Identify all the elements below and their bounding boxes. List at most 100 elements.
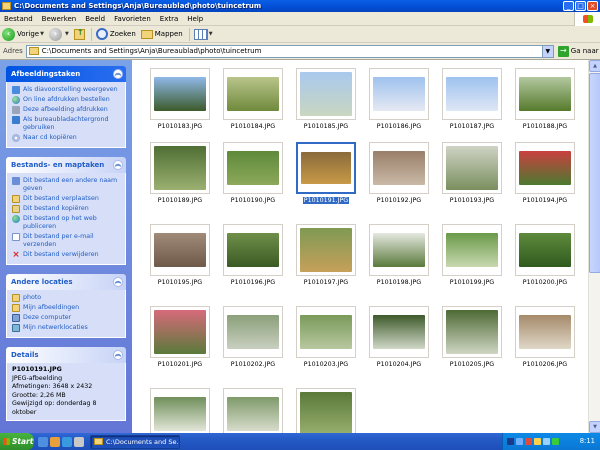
file-task-item[interactable]: Dit bestand kopiëren <box>12 205 121 213</box>
file-name[interactable]: P1010183.JPG <box>146 123 214 130</box>
file-thumbnail[interactable] <box>296 68 356 120</box>
file-tasks-header[interactable]: Bestands- en maptaken ︽ <box>6 157 126 173</box>
scroll-up-button[interactable]: ▲ <box>589 60 600 72</box>
file-name[interactable]: P1010196.JPG <box>219 279 287 286</box>
file-task-item[interactable]: Dit bestand per e-mail verzenden <box>12 233 121 249</box>
file-name[interactable]: P1010202.JPG <box>219 361 287 368</box>
app-icon[interactable] <box>74 436 84 447</box>
file-name[interactable]: P1010201.JPG <box>146 361 214 368</box>
chevron-up-icon[interactable]: ︽ <box>113 69 123 79</box>
network-icon[interactable] <box>534 438 541 445</box>
file-thumbnail[interactable] <box>296 224 356 276</box>
media-player-icon[interactable] <box>50 436 60 447</box>
file-thumbnail[interactable] <box>150 142 210 194</box>
file-name[interactable]: P1010189.JPG <box>146 197 214 204</box>
image-task-item[interactable]: On line afdrukken bestellen <box>12 96 121 104</box>
scroll-thumb[interactable] <box>589 73 600 273</box>
volume-icon[interactable] <box>543 438 550 445</box>
file-thumbnail[interactable] <box>150 388 210 433</box>
chevron-up-icon[interactable]: ︽ <box>113 160 123 170</box>
file-name[interactable]: P1010192.JPG <box>365 197 433 204</box>
other-places-header[interactable]: Andere locaties ︽ <box>6 274 126 290</box>
file-thumbnail[interactable] <box>223 224 283 276</box>
file-name[interactable]: P1010187.JPG <box>438 123 506 130</box>
file-thumbnail[interactable] <box>369 68 429 120</box>
file-thumbnail[interactable] <box>223 306 283 358</box>
file-thumbnail-view[interactable]: P1010183.JPG P1010184.JPG P1010185.JPG P101… <box>132 60 588 433</box>
places-task-item[interactable]: Deze computer <box>12 314 121 322</box>
file-name[interactable]: P1010205.JPG <box>438 361 506 368</box>
file-thumbnail[interactable] <box>150 68 210 120</box>
maximize-button[interactable]: □ <box>575 1 586 11</box>
file-name[interactable]: P1010186.JPG <box>365 123 433 130</box>
minimize-button[interactable]: _ <box>563 1 574 11</box>
address-input[interactable]: C:\Documents and Settings\Anja\Bureaubla… <box>25 44 554 58</box>
file-name[interactable]: P1010195.JPG <box>146 279 214 286</box>
image-tasks-header[interactable]: Afbeeldingstaken ︽ <box>6 66 126 82</box>
vertical-scrollbar[interactable]: ▲ ▼ <box>588 60 600 433</box>
image-task-item[interactable]: Als bureaubladachtergrond gebruiken <box>12 116 121 132</box>
language-icon[interactable] <box>507 438 514 445</box>
file-thumbnail[interactable] <box>150 224 210 276</box>
file-name[interactable]: P1010197.JPG <box>292 279 360 286</box>
file-name[interactable]: P1010199.JPG <box>438 279 506 286</box>
file-thumbnail[interactable] <box>442 68 502 120</box>
file-name[interactable]: P1010193.JPG <box>438 197 506 204</box>
file-thumbnail[interactable] <box>442 142 502 194</box>
image-task-item[interactable]: Naar cd kopiëren <box>12 134 121 142</box>
file-name[interactable]: P1010198.JPG <box>365 279 433 286</box>
file-name[interactable]: P1010203.JPG <box>292 361 360 368</box>
file-name[interactable]: P1010206.JPG <box>511 361 579 368</box>
go-button[interactable]: → Ga naar <box>557 45 599 57</box>
forward-button[interactable]: › ▼ <box>48 27 69 41</box>
scroll-down-button[interactable]: ▼ <box>589 421 600 433</box>
taskbar-window-button[interactable]: C:\Documents and Se... <box>90 434 180 449</box>
file-task-item[interactable]: Dit bestand op het web publiceren <box>12 215 121 231</box>
security-icon[interactable] <box>525 438 532 445</box>
file-thumbnail[interactable] <box>223 68 283 120</box>
file-thumbnail[interactable] <box>442 306 502 358</box>
file-name[interactable]: P1010204.JPG <box>365 361 433 368</box>
file-task-item[interactable]: × Dit bestand verwijderen <box>12 251 121 260</box>
file-thumbnail[interactable] <box>150 306 210 358</box>
menu-favorieten[interactable]: Favorieten <box>114 15 151 23</box>
file-thumbnail[interactable] <box>369 224 429 276</box>
tray-icon[interactable] <box>516 438 523 445</box>
file-task-item[interactable]: Dit bestand een andere naam geven <box>12 177 121 193</box>
file-name[interactable]: P1010188.JPG <box>511 123 579 130</box>
menu-help[interactable]: Help <box>187 15 203 23</box>
up-button[interactable] <box>73 28 85 40</box>
file-thumbnail[interactable] <box>442 224 502 276</box>
file-name[interactable]: P1010194.JPG <box>511 197 579 204</box>
image-task-item[interactable]: Als diavoorstelling weergeven <box>12 86 121 94</box>
file-thumbnail[interactable] <box>296 306 356 358</box>
file-name[interactable]: P1010190.JPG <box>219 197 287 204</box>
file-name[interactable]: P1010185.JPG <box>292 123 360 130</box>
file-thumbnail[interactable] <box>223 142 283 194</box>
file-task-item[interactable]: Dit bestand verplaatsen <box>12 195 121 203</box>
details-header[interactable]: Details ︽ <box>6 347 126 363</box>
address-dropdown-button[interactable]: ▼ <box>541 45 553 57</box>
places-task-item[interactable]: photo <box>12 294 121 302</box>
folders-button[interactable]: Mappen <box>140 29 183 39</box>
views-button[interactable]: ▼ <box>193 28 213 40</box>
search-button[interactable]: Zoeken <box>95 28 136 40</box>
menu-beeld[interactable]: Beeld <box>85 15 105 23</box>
tray-icon[interactable] <box>552 438 559 445</box>
file-thumbnail[interactable] <box>515 142 575 194</box>
back-button[interactable]: ‹ Vorige ▼ <box>2 27 44 41</box>
file-name[interactable]: P1010200.JPG <box>511 279 579 286</box>
file-thumbnail[interactable] <box>369 142 429 194</box>
menu-bestand[interactable]: Bestand <box>4 15 33 23</box>
places-task-item[interactable]: Mijn afbeeldingen <box>12 304 121 312</box>
start-button[interactable]: Start <box>0 433 34 450</box>
file-thumbnail[interactable] <box>223 388 283 433</box>
ie-icon[interactable] <box>38 436 48 447</box>
file-thumbnail[interactable] <box>296 388 356 433</box>
file-thumbnail[interactable] <box>515 224 575 276</box>
chevron-up-icon[interactable]: ︽ <box>113 277 123 287</box>
menu-extra[interactable]: Extra <box>160 15 178 23</box>
chevron-up-icon[interactable]: ︽ <box>113 350 123 360</box>
file-thumbnail[interactable] <box>369 306 429 358</box>
desktop-icon[interactable] <box>62 436 72 447</box>
